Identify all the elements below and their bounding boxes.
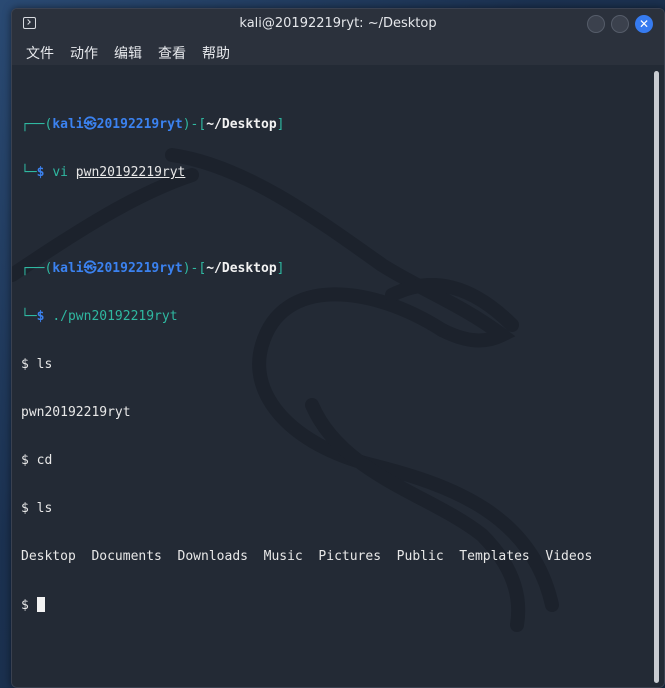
title-bar[interactable]: kali@20192219ryt: ~/Desktop ✕ [12, 9, 664, 39]
menu-bar: 文件 动作 编辑 查看 帮助 [12, 39, 664, 65]
prompt-path: ~/Desktop [206, 117, 277, 132]
close-icon: ✕ [638, 17, 650, 31]
prompt-decoration: └─ [21, 165, 37, 180]
output-line: $ ls [21, 501, 53, 516]
prompt-decoration: ] [276, 117, 285, 132]
command-arg: pwn20192219ryt [75, 165, 186, 180]
maximize-button[interactable] [611, 15, 629, 33]
terminal-line: ┌──(kali㉿20192219ryt)-[~/Desktop] [21, 117, 592, 133]
prompt-symbol: $ [36, 165, 45, 180]
prompt-decoration: └─ [21, 309, 37, 324]
menu-file[interactable]: 文件 [26, 43, 54, 63]
prompt-at-symbol: ㉿ [83, 261, 97, 276]
minimize-button[interactable] [587, 15, 605, 33]
output-line: Desktop Documents Downloads Music Pictur… [21, 549, 593, 564]
prompt-user: kali [52, 261, 84, 276]
terminal-output: ┌──(kali㉿20192219ryt)-[~/Desktop] └─$ vi… [21, 85, 592, 645]
prompt-decoration: )-[ [182, 117, 207, 132]
prompt-user: kali [52, 117, 84, 132]
shell-prompt: $ [21, 598, 37, 613]
output-line: pwn20192219ryt [21, 405, 131, 420]
command-name: vi [52, 165, 68, 180]
terminal-area[interactable]: ┌──(kali㉿20192219ryt)-[~/Desktop] └─$ vi… [12, 65, 664, 687]
menu-view[interactable]: 查看 [158, 43, 186, 63]
text-cursor [36, 597, 45, 612]
menu-actions[interactable]: 动作 [70, 43, 98, 63]
prompt-path: ~/Desktop [206, 261, 277, 276]
prompt-host: 20192219ryt [96, 117, 183, 132]
prompt-decoration: )-[ [182, 261, 207, 276]
scrollbar[interactable] [654, 71, 659, 683]
terminal-line: $ [21, 597, 592, 613]
terminal-line: ┌──(kali㉿20192219ryt)-[~/Desktop] [21, 261, 592, 277]
output-line: $ ls [21, 357, 53, 372]
output-line: $ cd [21, 453, 53, 468]
terminal-line: └─$ ./pwn20192219ryt [21, 309, 592, 325]
prompt-at-symbol: ㉿ [83, 117, 97, 132]
close-button[interactable]: ✕ [635, 15, 653, 33]
menu-edit[interactable]: 编辑 [114, 43, 142, 63]
command-name: ./pwn20192219ryt [52, 309, 178, 324]
terminal-line: └─$ vi pwn20192219ryt [21, 165, 592, 181]
prompt-symbol: $ [36, 309, 45, 324]
prompt-host: 20192219ryt [96, 261, 183, 276]
prompt-decoration: ┌──( [21, 261, 53, 276]
prompt-decoration: ] [276, 261, 285, 276]
prompt-decoration: ┌──( [21, 117, 53, 132]
window-title: kali@20192219ryt: ~/Desktop [239, 16, 437, 31]
menu-help[interactable]: 帮助 [202, 43, 230, 63]
terminal-window[interactable]: kali@20192219ryt: ~/Desktop ✕ 文件 动作 编辑 查… [11, 8, 665, 688]
